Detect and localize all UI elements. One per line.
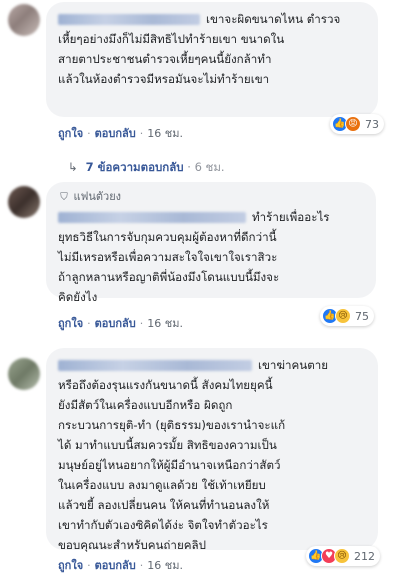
separator-dot: ·: [139, 559, 144, 572]
top-fan-badge: ⛉ แฟนตัวยง: [58, 189, 364, 206]
like-link[interactable]: ถูกใจ: [58, 317, 83, 330]
comment-time[interactable]: 16 ชม.: [147, 127, 183, 140]
reply-link[interactable]: ตอบกลับ: [95, 127, 136, 140]
sad-icon: 😢: [335, 308, 351, 324]
reaction-count: 73: [365, 117, 379, 131]
avatar[interactable]: [8, 4, 40, 36]
separator-dot: ·: [87, 559, 91, 572]
comment-text: เขาจะผิดขนาดไหน ตำรวจ เหี้ยๆอย่างมึงก็ไม…: [58, 12, 341, 86]
commenter-name[interactable]: [58, 212, 246, 223]
comment-text: เขาฆ่าคนตาย หรือถึงต้องรุนแรงกันขนาดนี้ …: [58, 358, 329, 552]
commenter-name[interactable]: [58, 14, 200, 25]
reply-arrow-icon: ↳: [68, 160, 78, 174]
comment-text: ทำร้ายเพื่ออะไร ยุทธวิธีในการจับกุมควบคุ…: [58, 210, 330, 304]
reply-link[interactable]: ตอบกลับ: [95, 559, 136, 572]
separator-dot: ·: [139, 127, 144, 140]
fan-badge-icon: ⛉: [60, 192, 68, 203]
comment-bubble: เขาฆ่าคนตาย หรือถึงต้องรุนแรงกันขนาดนี้ …: [46, 348, 378, 552]
separator-dot: ·: [187, 160, 191, 174]
separator-dot: ·: [139, 317, 144, 330]
comment-time[interactable]: 16 ชม.: [147, 317, 183, 330]
comment-actions: ถูกใจ · ตอบกลับ · 16 ชม.: [58, 559, 183, 573]
reaction-summary[interactable]: 👍 😢 75: [320, 306, 374, 326]
comment-actions: ถูกใจ · ตอบกลับ · 16 ชม.: [58, 317, 183, 331]
comment-time[interactable]: 16 ชม.: [147, 559, 183, 572]
commenter-name[interactable]: [58, 360, 252, 371]
replies-count-label[interactable]: 7 ข้อความตอบกลับ: [86, 160, 184, 174]
like-link[interactable]: ถูกใจ: [58, 559, 83, 572]
like-link[interactable]: ถูกใจ: [58, 127, 83, 140]
comment-bubble: ⛉ แฟนตัวยง ทำร้ายเพื่ออะไร ยุทธวิธีในการ…: [46, 182, 376, 304]
reaction-summary[interactable]: 👍 😡 73: [330, 114, 384, 134]
reaction-count: 212: [354, 549, 375, 563]
separator-dot: ·: [87, 127, 91, 140]
avatar[interactable]: [8, 358, 40, 390]
sad-icon: 😢: [334, 548, 350, 564]
reply-link[interactable]: ตอบกลับ: [95, 317, 136, 330]
replies-time: 6 ชม.: [194, 160, 225, 174]
reaction-count: 75: [355, 309, 369, 323]
avatar[interactable]: [8, 186, 40, 218]
view-replies-link[interactable]: ↳ 7 ข้อความตอบกลับ · 6 ชม.: [68, 159, 225, 177]
reaction-summary[interactable]: 👍 ♥ 😢 212: [306, 546, 380, 566]
angry-icon: 😡: [345, 116, 361, 132]
separator-dot: ·: [87, 317, 91, 330]
comment-bubble: เขาจะผิดขนาดไหน ตำรวจ เหี้ยๆอย่างมึงก็ไม…: [46, 2, 378, 117]
comment-actions: ถูกใจ · ตอบกลับ · 16 ชม.: [58, 127, 183, 141]
